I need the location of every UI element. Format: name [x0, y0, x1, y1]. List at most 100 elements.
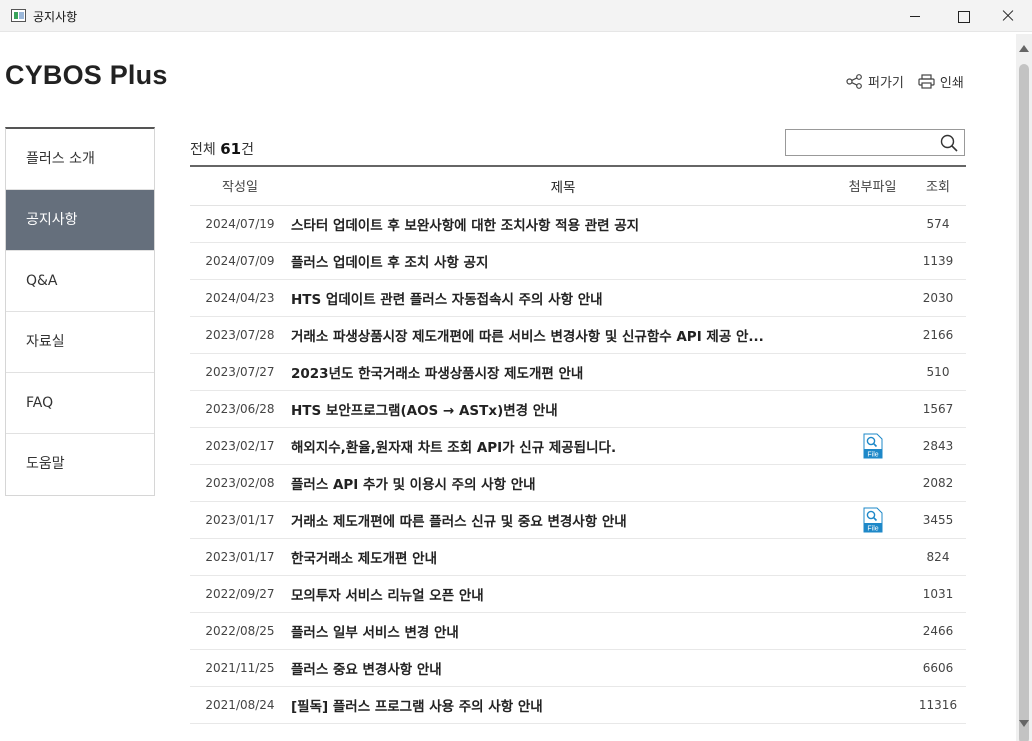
table-row[interactable]: 2023/06/28 HTS 보안프로그램(AOS → ASTx)변경 안내 156…: [190, 390, 966, 428]
row-title-link[interactable]: 모의투자 서비스 리뉴얼 오픈 안내: [290, 575, 835, 613]
row-title-link[interactable]: 플러스 중요 변경사항 안내: [290, 649, 835, 687]
share-label: 퍼가기: [868, 76, 904, 91]
row-title-link[interactable]: 거래소 제도개편에 따른 플러스 신규 및 중요 변경사항 안내: [290, 501, 835, 539]
print-button[interactable]: 인쇄: [918, 72, 964, 91]
row-date: 2022/09/27: [190, 575, 290, 613]
row-title-link[interactable]: 플러스 일부 서비스 변경 안내: [290, 612, 835, 650]
app-icon: [11, 9, 26, 22]
total-suffix: 건: [241, 142, 254, 158]
row-attachment: [835, 279, 910, 317]
row-attachment: [835, 390, 910, 428]
minimize-button[interactable]: [892, 0, 938, 32]
search-box: [785, 129, 965, 156]
svg-text:File: File: [867, 451, 878, 458]
row-title-link[interactable]: 거래소 파생상품시장 제도개편에 따른 서비스 변경사항 및 신규함수 API …: [290, 316, 835, 354]
table-row[interactable]: 2023/02/17 해외지수,환율,원자재 차트 조회 API가 신규 제공됩니…: [190, 427, 966, 465]
row-attachment: [835, 612, 910, 650]
row-attachment: File: [835, 427, 910, 465]
row-views: 2082: [910, 464, 966, 502]
sidebar-item-plus-intro[interactable]: 플러스 소개: [6, 129, 154, 190]
row-title-link[interactable]: 플러스 업데이트 후 조치 사항 공지: [290, 242, 835, 280]
top-actions: 퍼가기 인쇄: [846, 72, 978, 91]
window-titlebar: 공지사항: [0, 0, 1032, 32]
row-date: 2021/08/24: [190, 686, 290, 724]
table-row[interactable]: 2021/08/24 [필독] 플러스 프로그램 사용 주의 사항 안내 11316: [190, 686, 966, 724]
file-attachment-icon[interactable]: File: [863, 507, 883, 533]
svg-text:File: File: [867, 525, 878, 532]
table-header-row: 작성일 제목 첨부파일 조회: [190, 166, 966, 206]
row-title-link[interactable]: 플러스 API 추가 및 이용시 주의 사항 안내: [290, 464, 835, 502]
total-count: 전체 61건: [190, 139, 254, 159]
row-views: 6606: [910, 649, 966, 687]
close-button[interactable]: [985, 0, 1031, 32]
search-input[interactable]: [790, 133, 936, 152]
row-attachment: [835, 538, 910, 576]
row-views: 2030: [910, 279, 966, 317]
row-title-link[interactable]: 해외지수,환율,원자재 차트 조회 API가 신규 제공됩니다.: [290, 427, 835, 465]
row-date: 2023/06/28: [190, 390, 290, 428]
printer-icon: [918, 74, 935, 89]
brand-logo: CYBOS Plus: [5, 60, 168, 90]
row-views: 1567: [910, 390, 966, 428]
row-views: 1031: [910, 575, 966, 613]
row-date: 2024/07/19: [190, 205, 290, 243]
table-row[interactable]: 2024/07/09 플러스 업데이트 후 조치 사항 공지 1139: [190, 242, 966, 280]
row-attachment: File: [835, 501, 910, 539]
search-icon[interactable]: [940, 134, 958, 152]
notice-table: 작성일 제목 첨부파일 조회 2024/07/19 스타터 업데이트 후 보완사항…: [190, 165, 966, 724]
total-prefix: 전체: [190, 142, 216, 158]
sidebar-item-notices[interactable]: 공지사항: [6, 190, 154, 251]
row-title-link[interactable]: HTS 업데이트 관련 플러스 자동접속시 주의 사항 안내: [290, 279, 835, 317]
row-views: 824: [910, 538, 966, 576]
table-row[interactable]: 2021/11/25 플러스 중요 변경사항 안내 6606: [190, 649, 966, 687]
row-title-link[interactable]: 2023년도 한국거래소 파생상품시장 제도개편 안내: [290, 353, 835, 391]
row-attachment: [835, 242, 910, 280]
row-date: 2024/04/23: [190, 279, 290, 317]
table-row[interactable]: 2023/02/08 플러스 API 추가 및 이용시 주의 사항 안내 2082: [190, 464, 966, 502]
header-file: 첨부파일: [835, 166, 910, 206]
header-title: 제목: [290, 166, 835, 206]
row-date: 2022/08/25: [190, 612, 290, 650]
table-row[interactable]: 2022/08/25 플러스 일부 서비스 변경 안내 2466: [190, 612, 966, 650]
row-views: 2843: [910, 427, 966, 465]
vertical-scrollbar[interactable]: [1016, 34, 1032, 741]
sidebar-item-faq[interactable]: FAQ: [6, 373, 154, 434]
table-row[interactable]: 2024/07/19 스타터 업데이트 후 보완사항에 대한 조치사항 적용 관련…: [190, 205, 966, 243]
row-attachment: [835, 464, 910, 502]
total-number: 61: [220, 140, 242, 158]
row-title-link[interactable]: [필독] 플러스 프로그램 사용 주의 사항 안내: [290, 686, 835, 724]
row-attachment: [835, 649, 910, 687]
header-views: 조회: [910, 166, 966, 206]
sidebar-item-downloads[interactable]: 자료실: [6, 312, 154, 373]
row-date: 2023/01/17: [190, 501, 290, 539]
row-date: 2023/02/17: [190, 427, 290, 465]
row-views: 3455: [910, 501, 966, 539]
share-button[interactable]: 퍼가기: [846, 72, 904, 91]
header-date: 작성일: [190, 166, 290, 206]
row-title-link[interactable]: 한국거래소 제도개편 안내: [290, 538, 835, 576]
row-views: 1139: [910, 242, 966, 280]
print-label: 인쇄: [939, 76, 964, 91]
row-date: 2021/11/25: [190, 649, 290, 687]
row-attachment: [835, 316, 910, 354]
row-attachment: [835, 575, 910, 613]
sidebar-item-help[interactable]: 도움말: [6, 434, 154, 495]
table-row[interactable]: 2023/01/17 한국거래소 제도개편 안내 824: [190, 538, 966, 576]
row-title-link[interactable]: HTS 보안프로그램(AOS → ASTx)변경 안내: [290, 390, 835, 428]
table-row[interactable]: 2023/07/27 2023년도 한국거래소 파생상품시장 제도개편 안내 510: [190, 353, 966, 391]
row-title-link[interactable]: 스타터 업데이트 후 보완사항에 대한 조치사항 적용 관련 공지: [290, 205, 835, 243]
table-row[interactable]: 2024/04/23 HTS 업데이트 관련 플러스 자동접속시 주의 사항 안내…: [190, 279, 966, 317]
scrollbar-thumb[interactable]: [1019, 64, 1029, 741]
window-title: 공지사항: [33, 10, 78, 24]
scroll-up-arrow-icon[interactable]: [1019, 45, 1029, 52]
row-date: 2023/07/27: [190, 353, 290, 391]
maximize-button[interactable]: [940, 0, 986, 32]
scroll-down-arrow-icon[interactable]: [1019, 720, 1029, 727]
row-views: 2466: [910, 612, 966, 650]
row-views: 574: [910, 205, 966, 243]
file-attachment-icon[interactable]: File: [863, 433, 883, 459]
table-row[interactable]: 2023/07/28 거래소 파생상품시장 제도개편에 따른 서비스 변경사항 및…: [190, 316, 966, 354]
table-row[interactable]: 2023/01/17 거래소 제도개편에 따른 플러스 신규 및 중요 변경사항 …: [190, 501, 966, 539]
table-row[interactable]: 2022/09/27 모의투자 서비스 리뉴얼 오픈 안내 1031: [190, 575, 966, 613]
sidebar-item-qna[interactable]: Q&A: [6, 251, 154, 312]
